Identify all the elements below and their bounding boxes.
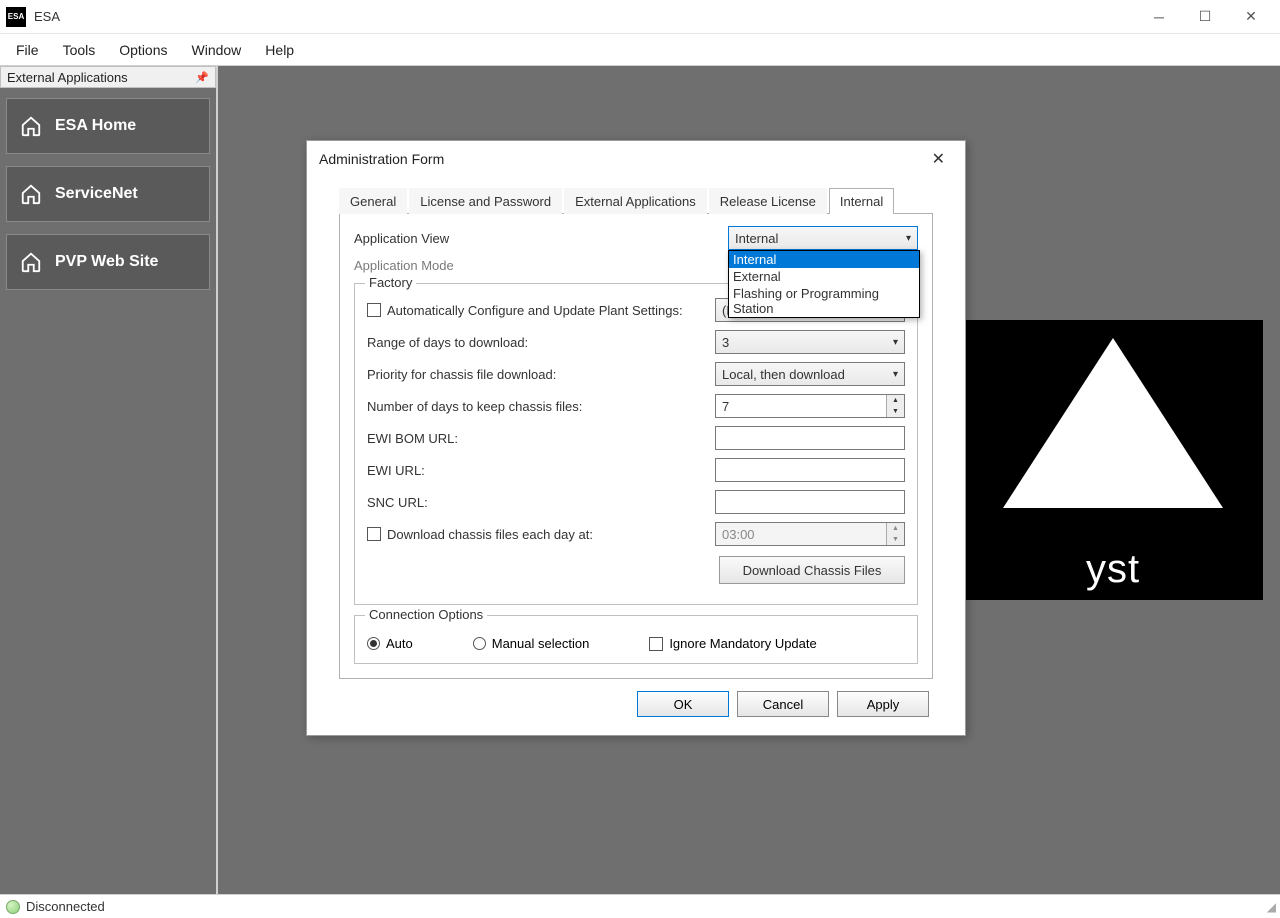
window-title: ESA <box>34 9 1136 24</box>
download-time-spinner[interactable]: 03:00 ▲▼ <box>715 522 905 546</box>
ewi-url-input[interactable] <box>715 458 905 482</box>
ignore-update-checkbox[interactable] <box>649 637 663 651</box>
menubar: File Tools Options Window Help <box>0 34 1280 66</box>
chevron-down-icon: ▾ <box>906 233 911 244</box>
ok-button[interactable]: OK <box>637 691 729 717</box>
ewi-bom-label: EWI BOM URL: <box>367 431 715 446</box>
spin-up-icon[interactable]: ▲ <box>887 523 904 534</box>
download-chassis-button[interactable]: Download Chassis Files <box>719 556 905 584</box>
background-logo: yst <box>963 320 1263 600</box>
sidebar-item-servicenet[interactable]: ServiceNet <box>6 166 210 222</box>
sidebar-item-label: ESA Home <box>55 117 136 135</box>
manual-radio-label: Manual selection <box>492 636 590 651</box>
download-each-label: Download chassis files each day at: <box>387 527 715 542</box>
range-days-label: Range of days to download: <box>367 335 715 350</box>
pin-icon[interactable]: 📌 <box>195 71 209 84</box>
tab-license[interactable]: License and Password <box>409 188 562 214</box>
auto-radio[interactable] <box>367 637 380 650</box>
app-view-select[interactable]: Internal ▾ <box>728 226 918 250</box>
priority-select[interactable]: Local, then download ▾ <box>715 362 905 386</box>
dropdown-option[interactable]: Internal <box>729 251 919 268</box>
chevron-down-icon: ▾ <box>893 337 898 348</box>
tab-general[interactable]: General <box>339 188 407 214</box>
ewi-url-label: EWI URL: <box>367 463 715 478</box>
home-icon <box>19 182 43 206</box>
menu-options[interactable]: Options <box>107 38 179 62</box>
sidebar: External Applications 📌 ESA Home Service… <box>0 66 218 894</box>
auto-radio-label: Auto <box>386 636 413 651</box>
range-days-select[interactable]: 3 ▾ <box>715 330 905 354</box>
auto-configure-checkbox[interactable] <box>367 303 381 317</box>
connection-options-fieldset: Connection Options Auto Manual selection <box>354 615 918 664</box>
dialog-title: Administration Form <box>319 151 444 167</box>
tab-external-apps[interactable]: External Applications <box>564 188 707 214</box>
connection-legend: Connection Options <box>365 607 487 622</box>
spin-up-icon[interactable]: ▲ <box>887 395 904 406</box>
maximize-button[interactable]: ☐ <box>1182 2 1228 32</box>
menu-window[interactable]: Window <box>180 38 254 62</box>
close-button[interactable]: ✕ <box>1228 2 1274 32</box>
dropdown-option[interactable]: Flashing or Programming Station <box>729 285 919 317</box>
download-time-value: 03:00 <box>716 527 886 542</box>
dropdown-option[interactable]: External <box>729 268 919 285</box>
tab-release-license[interactable]: Release License <box>709 188 827 214</box>
app-icon: ESA <box>6 7 26 27</box>
spin-down-icon[interactable]: ▼ <box>887 534 904 545</box>
download-each-checkbox[interactable] <box>367 527 381 541</box>
menu-file[interactable]: File <box>4 38 51 62</box>
spin-down-icon[interactable]: ▼ <box>887 406 904 417</box>
sidebar-item-label: ServiceNet <box>55 185 138 203</box>
menu-help[interactable]: Help <box>253 38 306 62</box>
app-view-dropdown: Internal External Flashing or Programmin… <box>728 250 920 318</box>
tab-internal[interactable]: Internal <box>829 188 894 214</box>
ignore-update-label: Ignore Mandatory Update <box>669 636 816 651</box>
triangle-icon <box>1003 338 1223 508</box>
logo-text: yst <box>1086 547 1140 592</box>
factory-legend: Factory <box>365 275 416 290</box>
home-icon <box>19 114 43 138</box>
ewi-bom-input[interactable] <box>715 426 905 450</box>
home-icon <box>19 250 43 274</box>
sidebar-item-esa-home[interactable]: ESA Home <box>6 98 210 154</box>
manual-radio[interactable] <box>473 637 486 650</box>
sidebar-item-label: PVP Web Site <box>55 253 158 271</box>
snc-url-input[interactable] <box>715 490 905 514</box>
cancel-button[interactable]: Cancel <box>737 691 829 717</box>
priority-label: Priority for chassis file download: <box>367 367 715 382</box>
tab-bar: General License and Password External Ap… <box>339 187 933 214</box>
tab-panel-internal: Application View Internal ▾ Internal Ext… <box>339 214 933 679</box>
apply-button[interactable]: Apply <box>837 691 929 717</box>
sidebar-header: External Applications 📌 <box>0 66 216 88</box>
app-view-label: Application View <box>354 231 728 246</box>
priority-value: Local, then download <box>722 367 845 382</box>
sidebar-item-pvp[interactable]: PVP Web Site <box>6 234 210 290</box>
titlebar: ESA ESA ─ ☐ ✕ <box>0 0 1280 34</box>
keep-days-spinner[interactable]: 7 ▲▼ <box>715 394 905 418</box>
administration-dialog: Administration Form ✕ General License an… <box>306 140 966 736</box>
range-days-value: 3 <box>722 335 729 350</box>
status-text: Disconnected <box>26 899 105 914</box>
status-dot-icon <box>6 900 20 914</box>
factory-fieldset: Factory Automatically Configure and Upda… <box>354 283 918 605</box>
minimize-button[interactable]: ─ <box>1136 2 1182 32</box>
auto-configure-label: Automatically Configure and Update Plant… <box>387 303 715 318</box>
snc-url-label: SNC URL: <box>367 495 715 510</box>
keep-days-label: Number of days to keep chassis files: <box>367 399 715 414</box>
keep-days-value: 7 <box>716 399 886 414</box>
resize-grip-icon[interactable]: ◢ <box>1267 900 1274 914</box>
status-bar: Disconnected ◢ <box>0 894 1280 918</box>
dialog-close-button[interactable]: ✕ <box>924 145 953 173</box>
menu-tools[interactable]: Tools <box>51 38 108 62</box>
app-view-value: Internal <box>735 231 778 246</box>
content-area: yst Administration Form ✕ General Licens… <box>218 66 1280 894</box>
sidebar-title: External Applications <box>7 70 128 85</box>
dialog-buttons: OK Cancel Apply <box>327 679 945 721</box>
chevron-down-icon: ▾ <box>893 369 898 380</box>
